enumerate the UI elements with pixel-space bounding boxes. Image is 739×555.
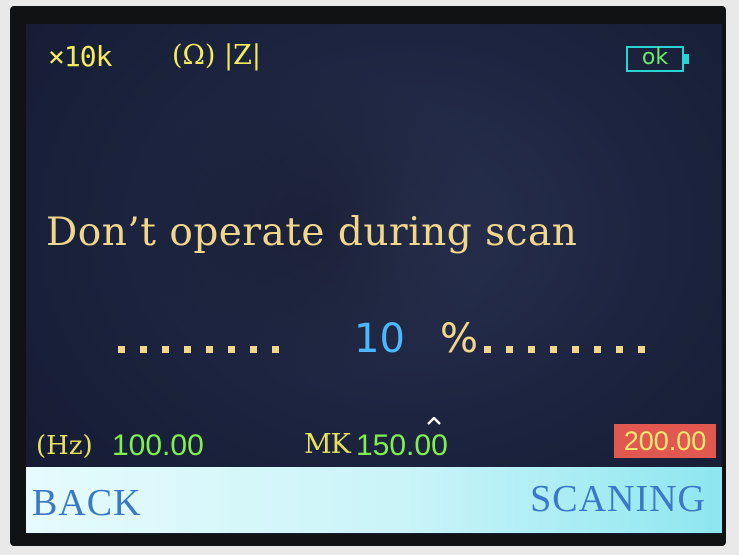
battery-icon: ok <box>626 45 684 72</box>
marker-label: MK <box>304 429 351 460</box>
start-frequency-value: 100.00 <box>112 429 204 462</box>
device-frame: ×10k (Ω) |Z| ok Don’t operate during sca… <box>0 0 739 555</box>
scan-progress: 10 % <box>106 316 686 366</box>
marker-frequency-value: 150.00 <box>356 429 448 462</box>
scanning-status-softkey: SCANING <box>530 478 706 520</box>
lcd-screen: ×10k (Ω) |Z| ok Don’t operate during sca… <box>26 24 722 534</box>
progress-percent-sign: % <box>440 316 479 362</box>
progress-dots-right <box>484 346 645 354</box>
unit-indicator: (Ω) |Z| <box>172 40 261 71</box>
screen-bezel: ×10k (Ω) |Z| ok Don’t operate during sca… <box>10 6 726 546</box>
end-frequency-value: 200.00 <box>614 424 716 458</box>
battery-tip <box>684 54 689 64</box>
frequency-unit-label: (Hz) <box>36 431 93 461</box>
softkey-bar: BACK SCANING <box>26 467 722 533</box>
range-indicator: ×10k <box>48 40 112 73</box>
progress-percent: 10 <box>354 316 405 362</box>
progress-dots-left <box>118 346 279 354</box>
caret-up-icon <box>427 417 441 425</box>
scan-warning-message: Don’t operate during scan <box>46 210 578 255</box>
battery-status: ok <box>641 45 669 70</box>
back-softkey[interactable]: BACK <box>32 481 142 525</box>
